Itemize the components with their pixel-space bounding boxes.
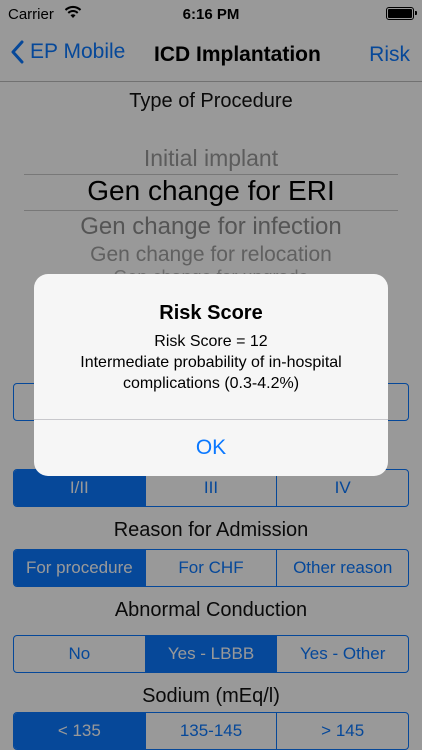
risk-score-alert: Risk Score Risk Score = 12 Intermediate … — [34, 274, 388, 476]
risk-description: Intermediate probability of in-hospital … — [80, 354, 342, 392]
alert-message: Risk Score = 12 Intermediate probability… — [48, 331, 374, 394]
ok-button[interactable]: OK — [34, 420, 388, 476]
risk-score-value: Risk Score = 12 — [154, 333, 268, 350]
alert-title: Risk Score — [159, 302, 263, 324]
